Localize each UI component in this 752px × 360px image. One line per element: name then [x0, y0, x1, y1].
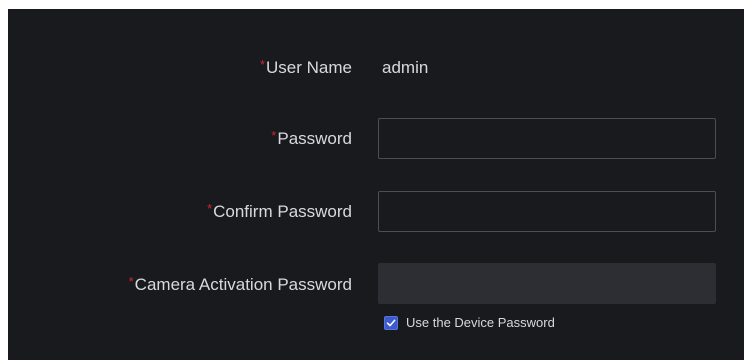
use-device-password-label: Use the Device Password: [406, 315, 555, 330]
use-device-password-checkbox[interactable]: [384, 315, 398, 330]
camera-activation-password-input[interactable]: [378, 263, 716, 304]
username-label: *User Name: [259, 57, 352, 78]
username-value: admin: [382, 58, 429, 77]
username-label-text: User Name: [266, 58, 352, 77]
use-device-password-option[interactable]: Use the Device Password: [384, 315, 555, 330]
checkmark-icon: [386, 319, 396, 326]
required-mark: *: [128, 274, 134, 289]
camera-activation-password-label: *Camera Activation Password: [128, 274, 352, 295]
user-activation-panel: *User Name admin *Password *Confirm Pass…: [8, 9, 744, 360]
required-mark: *: [271, 128, 277, 143]
required-mark: *: [207, 201, 213, 216]
camera-activation-password-label-text: Camera Activation Password: [134, 275, 352, 294]
confirm-password-label-text: Confirm Password: [213, 202, 352, 221]
confirm-password-input[interactable]: [378, 191, 716, 232]
password-label: *Password: [271, 128, 352, 149]
confirm-password-label: *Confirm Password: [207, 201, 352, 222]
required-mark: *: [259, 57, 266, 72]
password-input[interactable]: [378, 118, 716, 159]
password-label-text: Password: [277, 129, 352, 148]
